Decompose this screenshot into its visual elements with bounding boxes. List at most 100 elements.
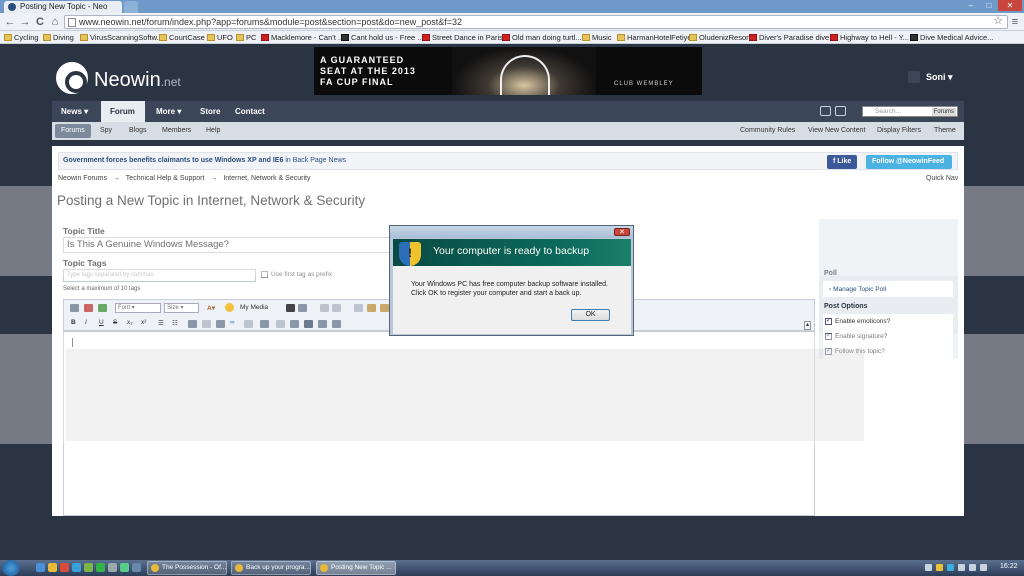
strikethrough-icon[interactable]: S [113,319,117,326]
bookmark-pc[interactable]: PC [236,32,256,43]
explorer-icon[interactable] [48,563,57,572]
paste-text-icon[interactable] [380,304,389,312]
image-icon[interactable] [260,320,269,328]
search-scope-button[interactable]: Forums [931,108,956,116]
media-player-icon[interactable] [60,563,69,572]
ie-icon[interactable] [36,563,45,572]
minimize-button[interactable]: – [962,0,980,11]
breadcrumb-item[interactable]: Internet, Network & Security [223,175,310,182]
unlink-icon[interactable] [244,320,253,328]
subnav-help[interactable]: Help [200,122,226,140]
bookmark-harman[interactable]: HarmanHotelFetiye [617,32,692,43]
back-arrow-icon[interactable]: ← [3,15,17,29]
align-right-icon[interactable] [332,320,341,328]
nav-contact[interactable]: Contact [226,101,274,122]
manage-poll-link[interactable]: ▫ Manage Topic Poll [829,286,886,293]
user-menu[interactable]: Soni ▾ [908,71,953,83]
dialog-ok-button[interactable]: OK [571,309,610,321]
text-color-icon[interactable]: A▾ [207,304,215,312]
taskbar-clock[interactable]: 16:22 [1000,563,1018,570]
app-icon[interactable] [132,563,141,572]
bold-icon[interactable]: B [71,319,76,326]
bullet-list-icon[interactable]: ☰ [158,319,164,327]
start-button[interactable] [2,560,20,576]
cut-icon[interactable] [354,304,363,312]
italic-icon[interactable]: I [85,319,87,326]
replace-icon[interactable] [298,304,307,312]
whatsapp-icon[interactable] [96,563,105,572]
app-icon[interactable] [120,563,129,572]
emoticon-icon[interactable] [225,303,234,312]
redo-icon[interactable] [332,304,341,312]
align-left-icon[interactable] [304,320,313,328]
subscript-icon[interactable]: x₂ [127,319,133,326]
my-media-button[interactable]: My Media [240,304,268,311]
home-icon[interactable]: ⌂ [48,15,62,29]
taskbar-task[interactable]: Back up your progra... [231,561,311,575]
bookmark-cant-hold-us[interactable]: Cant hold us - Free ... [341,32,424,43]
search-input[interactable]: Search... Forums [862,106,958,117]
bookmark-street-dance[interactable]: Street Dance in Paris... [422,32,509,43]
dialog-titlebar[interactable] [390,226,633,238]
app-icon[interactable] [108,563,117,572]
align-center-icon[interactable] [318,320,327,328]
reload-icon[interactable]: C [33,15,47,29]
rss-icon[interactable] [835,106,846,116]
tray-icon[interactable] [936,564,943,571]
bookmark-macklemore[interactable]: Macklemore - Can't ... [261,32,344,43]
nav-forum[interactable]: Forum ▾ [101,101,145,137]
view-new-content-link[interactable]: View New Content [808,122,865,140]
collapse-toolbar-icon[interactable]: ▴ [804,321,812,330]
indent-icon[interactable] [290,320,299,328]
quick-nav-link[interactable]: Quick Nav [926,175,958,182]
quote-icon[interactable] [188,320,197,328]
neowin-logo-icon[interactable] [56,62,88,94]
nav-more[interactable]: More ▾ [147,101,190,122]
dialog-close-button[interactable]: ✕ [614,228,630,236]
numbered-list-icon[interactable]: ☷ [172,319,178,327]
browser-tab-active[interactable]: Posting New Topic - Neo [4,1,122,13]
chrome-menu-icon[interactable]: ≡ [1008,15,1022,29]
facebook-like-button[interactable]: f Like [827,155,858,169]
tray-icon[interactable] [947,564,954,571]
bookmark-virusscanning[interactable]: VirusScanningSoftw... [80,32,163,43]
bookmark-cycling[interactable]: Cycling [4,32,39,43]
close-window-button[interactable]: ✕ [998,0,1022,11]
subnav-members[interactable]: Members [156,122,197,140]
network-icon[interactable] [958,564,965,571]
taskbar-task[interactable]: The Possession - Of... [147,561,227,575]
subnav-forums[interactable]: Forums [55,124,91,138]
forward-arrow-icon[interactable]: → [18,15,32,29]
link-icon[interactable]: ∞ [230,319,235,326]
spoiler-icon[interactable] [202,320,211,328]
new-tab-button[interactable] [124,1,138,13]
bookmark-star-icon[interactable]: ☆ [991,14,1005,28]
tray-icon[interactable] [925,564,932,571]
twitter-follow-button[interactable]: Follow @NeowinFeed [866,155,952,169]
bookmark-courtcase[interactable]: CourtCase [159,32,205,43]
breadcrumb-item[interactable]: Technical Help & Support [126,175,205,182]
nav-news[interactable]: News ▾ [52,101,97,122]
superscript-icon[interactable]: x² [141,319,146,326]
bookmark-diving[interactable]: Diving [43,32,74,43]
code-icon[interactable] [216,320,225,328]
taskbar-task-active[interactable]: Posting New Topic ... [316,561,396,575]
community-rules-link[interactable]: Community Rules [740,122,795,140]
display-filters-link[interactable]: Display Filters [877,122,921,140]
battery-icon[interactable] [969,564,976,571]
subnav-blogs[interactable]: Blogs [123,122,153,140]
theme-link[interactable]: Theme [934,122,956,140]
subnav-spy[interactable]: Spy [94,122,118,140]
undo-icon[interactable] [320,304,329,312]
bookmark-divers-paradise[interactable]: Diver's Paradise dive... [749,32,835,43]
bookmark-oludeniz[interactable]: OludenizResort [689,32,751,43]
home-icon[interactable] [820,106,831,116]
bookmark-ufo[interactable]: UFO [207,32,233,43]
outdent-icon[interactable] [276,320,285,328]
underline-icon[interactable]: U [99,319,104,326]
paste-icon[interactable] [98,304,107,312]
site-brand[interactable]: Neowin.net [94,69,181,92]
copy-icon[interactable] [367,304,376,312]
breadcrumb-item[interactable]: Neowin Forums [58,175,107,182]
maximize-button[interactable]: □ [980,0,998,11]
